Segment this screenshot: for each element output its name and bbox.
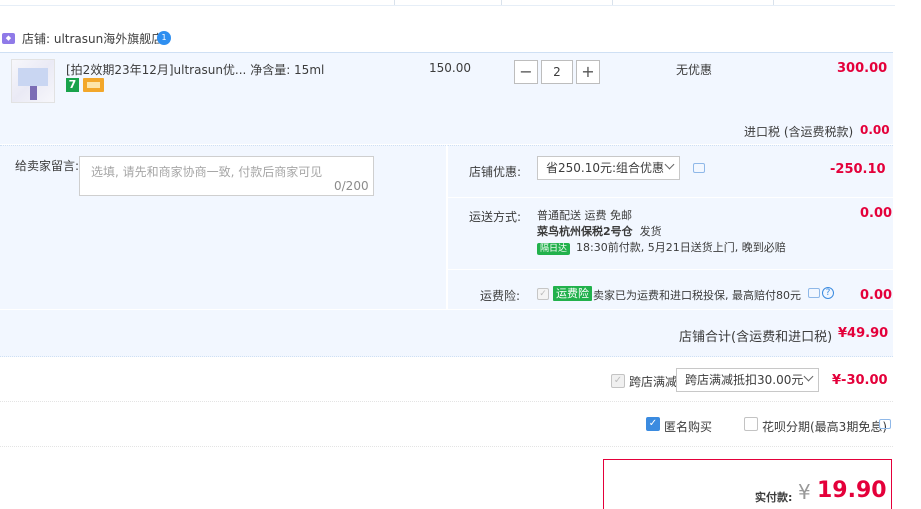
divider bbox=[0, 446, 893, 447]
product-thumbnail[interactable] bbox=[11, 59, 55, 103]
help-icon[interactable]: ? bbox=[822, 287, 834, 299]
store-total-value: ¥49.90 bbox=[838, 326, 889, 341]
cross-store-checkbox[interactable]: ✓ bbox=[611, 374, 625, 388]
store-discount-value: -250.10 bbox=[830, 162, 886, 177]
shipping-eta-line: 隔日达 18:30前付款, 5月21日送货上门, 晚到必赔 bbox=[537, 240, 786, 256]
header-divider bbox=[394, 0, 395, 5]
chevron-down-icon bbox=[803, 371, 814, 382]
payment-currency: ¥ bbox=[798, 480, 811, 504]
cross-store-select[interactable]: 跨店满减抵扣30.00元 bbox=[676, 368, 819, 392]
chat-icon[interactable] bbox=[808, 288, 820, 298]
seven-day-return-icon: 7 bbox=[66, 78, 79, 92]
chat-icon[interactable] bbox=[693, 163, 705, 173]
anonymous-label[interactable]: 匿名购买 bbox=[664, 418, 712, 435]
header-divider bbox=[773, 0, 774, 5]
store-discount-selected: 省250.10元:组合优惠 bbox=[546, 161, 665, 175]
shipping-method-text: 普通配送 运费 免邮 bbox=[537, 209, 632, 222]
shipping-eta: 18:30前付款, 5月21日送货上门, 晚到必赔 bbox=[576, 241, 786, 254]
shop-chat-badge[interactable]: 1 bbox=[157, 31, 171, 45]
quantity-input[interactable]: 2 bbox=[541, 60, 573, 84]
chat-icon[interactable] bbox=[879, 419, 891, 429]
item-discount-text: 无优惠 bbox=[676, 63, 713, 77]
product-title-link[interactable]: [拍2效期23年12月]ultrasun优... 净含量: 15ml bbox=[66, 61, 324, 78]
payment-label: 实付款: bbox=[755, 491, 793, 504]
header-divider bbox=[501, 0, 502, 5]
cross-store-value: ¥-30.00 bbox=[832, 373, 888, 388]
chevron-down-icon bbox=[664, 159, 675, 170]
shipping-fee-value: 0.00 bbox=[860, 206, 893, 221]
next-day-badge: 隔日达 bbox=[537, 243, 571, 255]
seller-message-label: 给卖家留言: bbox=[15, 159, 80, 173]
shipping-warehouse: 菜鸟杭州保税2号仓 bbox=[537, 225, 633, 238]
payment-amount: 19.90 bbox=[817, 478, 887, 503]
divider bbox=[447, 197, 893, 198]
credit-card-icon bbox=[83, 78, 104, 92]
anonymous-checkbox[interactable]: ✓ bbox=[646, 417, 660, 431]
shipping-insurance-label: 运费险: bbox=[480, 289, 521, 303]
quantity-decrease-button[interactable]: − bbox=[514, 60, 538, 84]
insurance-value: 0.00 bbox=[860, 288, 893, 303]
import-tax-value: 0.00 bbox=[860, 123, 890, 137]
item-subtotal: 300.00 bbox=[837, 61, 888, 76]
shop-icon: ◆ bbox=[2, 33, 15, 44]
header-divider bbox=[612, 0, 613, 5]
cross-store-label: 跨店满减 bbox=[629, 375, 678, 389]
divider bbox=[447, 269, 893, 270]
huabei-label[interactable]: 花呗分期(最高3期免息) bbox=[762, 418, 887, 435]
import-tax-label: 进口税 (含运费税款) bbox=[744, 125, 854, 139]
insurance-badge: 运费险 bbox=[553, 286, 592, 301]
quantity-increase-button[interactable]: + bbox=[576, 60, 600, 84]
shipping-info: 普通配送 运费 免邮 菜鸟杭州保税2号仓 发货 隔日达 18:30前付款, 5月2… bbox=[537, 208, 786, 256]
seller-message-placeholder: 选填, 请先和商家协商一致, 付款后商家可见 bbox=[91, 165, 323, 179]
insurance-description: 卖家已为运费和进口税投保, 最高赔付80元 bbox=[593, 289, 801, 302]
unit-price: 150.00 bbox=[429, 61, 471, 75]
store-total-label: 店铺合计(含运费和进口税) bbox=[679, 330, 833, 345]
shop-name-link[interactable]: 店铺: ultrasun海外旗舰店 bbox=[22, 30, 163, 47]
store-discount-select[interactable]: 省250.10元:组合优惠 bbox=[537, 156, 680, 180]
seller-message-counter: 0/200 bbox=[334, 179, 369, 193]
shipping-dispatch-note: 发货 bbox=[639, 225, 662, 238]
divider bbox=[0, 401, 893, 402]
huabei-checkbox[interactable] bbox=[744, 417, 758, 431]
store-discount-label: 店铺优惠: bbox=[469, 165, 522, 179]
insurance-checkbox[interactable]: ✓ bbox=[537, 288, 549, 300]
cross-store-selected: 跨店满减抵扣30.00元 bbox=[685, 373, 804, 387]
table-header-remnant bbox=[0, 0, 895, 6]
shipping-method-label: 运送方式: bbox=[469, 210, 522, 224]
shipping-warehouse-line: 菜鸟杭州保税2号仓 发货 bbox=[537, 224, 786, 240]
